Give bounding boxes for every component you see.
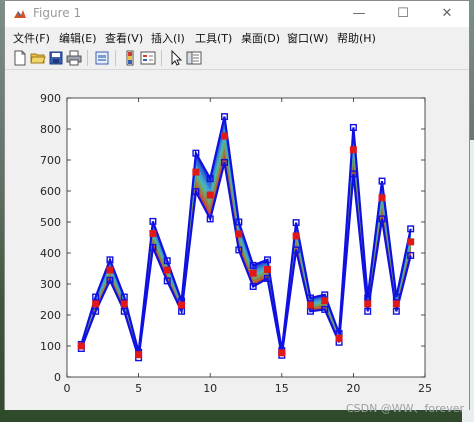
data-point-center[interactable] bbox=[135, 351, 143, 359]
screen: Figure 1 — ☐ ✕ 文件(F) 编辑(E) 查看(V) 插入(I) 工… bbox=[0, 0, 474, 422]
y-tick-label: 100 bbox=[40, 340, 61, 353]
toolbar-separator bbox=[87, 50, 88, 66]
y-tick-label: 800 bbox=[40, 123, 61, 136]
menu-bar: 文件(F) 编辑(E) 查看(V) 插入(I) 工具(T) 桌面(D) 窗口(W… bbox=[5, 27, 469, 47]
maximize-button[interactable]: ☐ bbox=[381, 1, 425, 27]
matlab-icon bbox=[14, 10, 26, 18]
data-point-center[interactable] bbox=[349, 146, 357, 154]
toolbar-separator bbox=[161, 50, 162, 66]
toolbar bbox=[5, 47, 469, 70]
x-tick-label: 10 bbox=[203, 382, 217, 395]
data-point-center[interactable] bbox=[321, 297, 329, 305]
y-tick-label: 600 bbox=[40, 185, 61, 198]
pointer-icon[interactable] bbox=[167, 49, 185, 67]
watermark-text: CSDN @WW、forever bbox=[345, 402, 464, 415]
y-tick-label: 200 bbox=[40, 309, 61, 322]
data-point-center[interactable] bbox=[335, 334, 343, 342]
menu-view[interactable]: 查看(V) bbox=[105, 30, 143, 46]
data-point-center[interactable] bbox=[392, 300, 400, 308]
plot-axes[interactable]: 0 5 10 15 20 25 0 100 200 300 400 500 600 700 800 900 bbox=[5, 70, 469, 410]
data-point-center[interactable] bbox=[378, 194, 386, 202]
x-tick-label: 20 bbox=[346, 382, 360, 395]
data-point-center[interactable] bbox=[163, 266, 171, 274]
close-button[interactable]: ✕ bbox=[425, 1, 469, 27]
print-icon[interactable] bbox=[65, 49, 83, 67]
save-icon[interactable] bbox=[47, 49, 65, 67]
legend-icon[interactable] bbox=[139, 49, 157, 67]
menu-tools[interactable]: 工具(T) bbox=[195, 30, 232, 46]
axes-background[interactable] bbox=[67, 98, 425, 377]
data-point-center[interactable] bbox=[206, 191, 214, 199]
y-tick-label: 400 bbox=[40, 247, 61, 260]
print-preview-icon[interactable] bbox=[93, 49, 111, 67]
figure-canvas[interactable]: 0 5 10 15 20 25 0 100 200 300 400 500 600 700 800 900 bbox=[5, 70, 469, 410]
toolbar-separator bbox=[115, 50, 116, 66]
data-point-center[interactable] bbox=[92, 300, 100, 308]
y-tick-label: 300 bbox=[40, 278, 61, 291]
x-tick-label: 25 bbox=[418, 382, 432, 395]
data-point-center[interactable] bbox=[120, 300, 128, 308]
menu-desktop[interactable]: 桌面(D) bbox=[241, 30, 280, 46]
y-tick-label: 0 bbox=[54, 371, 61, 384]
menu-file[interactable]: 文件(F) bbox=[13, 30, 50, 46]
y-tick-label: 900 bbox=[40, 92, 61, 105]
menu-help[interactable]: 帮助(H) bbox=[337, 30, 376, 46]
data-point-center[interactable] bbox=[407, 238, 415, 246]
data-point-center[interactable] bbox=[106, 266, 114, 274]
data-point-center[interactable] bbox=[178, 301, 186, 309]
colorbar-icon[interactable] bbox=[121, 49, 139, 67]
menu-window[interactable]: 窗口(W) bbox=[287, 30, 328, 46]
menu-edit[interactable]: 编辑(E) bbox=[59, 30, 97, 46]
figure-window: Figure 1 — ☐ ✕ 文件(F) 编辑(E) 查看(V) 插入(I) 工… bbox=[4, 0, 470, 410]
data-point-center[interactable] bbox=[306, 301, 314, 309]
x-tick-label: 5 bbox=[135, 382, 142, 395]
data-point-center[interactable] bbox=[263, 265, 271, 273]
title-bar[interactable]: Figure 1 — ☐ ✕ bbox=[5, 1, 469, 27]
data-point-center[interactable] bbox=[235, 230, 243, 238]
data-point-center[interactable] bbox=[278, 349, 286, 357]
y-tick-label: 700 bbox=[40, 154, 61, 167]
window-title: Figure 1 bbox=[33, 6, 82, 20]
property-editor-icon[interactable] bbox=[185, 49, 203, 67]
x-tick-label: 15 bbox=[275, 382, 289, 395]
new-file-icon[interactable] bbox=[11, 49, 29, 67]
data-point-center[interactable] bbox=[249, 269, 257, 277]
menu-insert[interactable]: 插入(I) bbox=[151, 30, 185, 46]
data-point-center[interactable] bbox=[149, 229, 157, 237]
open-folder-icon[interactable] bbox=[29, 49, 47, 67]
data-point-center[interactable] bbox=[364, 300, 372, 308]
data-point-center[interactable] bbox=[292, 232, 300, 240]
y-tick-label: 500 bbox=[40, 216, 61, 229]
x-tick-label: 0 bbox=[64, 382, 71, 395]
data-point-center[interactable] bbox=[77, 342, 85, 350]
data-point-center[interactable] bbox=[221, 132, 229, 140]
data-point-center[interactable] bbox=[192, 168, 200, 176]
minimize-button[interactable]: — bbox=[337, 1, 381, 27]
